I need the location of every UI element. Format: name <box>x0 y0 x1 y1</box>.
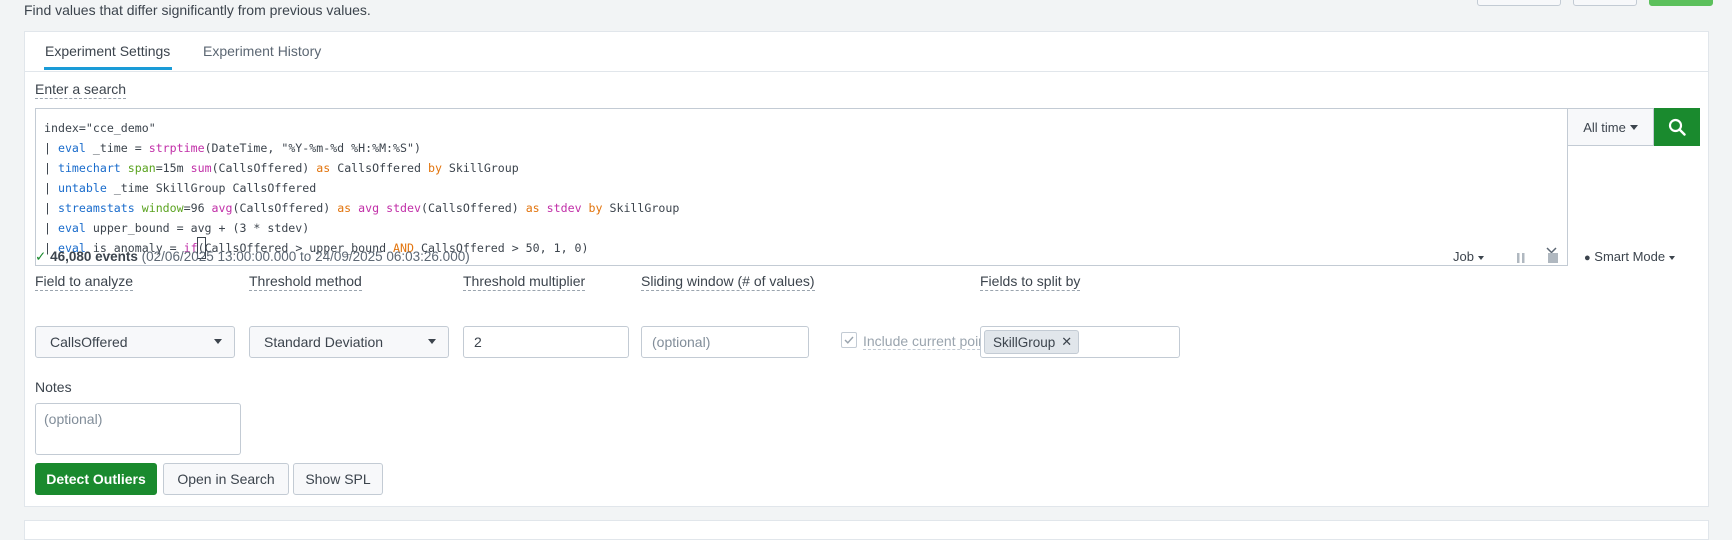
tab-experiment-settings[interactable]: Experiment Settings <box>45 43 170 59</box>
time-range-picker[interactable]: All time <box>1568 108 1654 146</box>
check-icon: ✓ <box>35 249 47 264</box>
include-current-point-label[interactable]: Include current point <box>863 333 990 350</box>
search-editor[interactable]: index="cce_demo" | eval _time = strptime… <box>35 108 1568 266</box>
active-tab-indicator <box>44 67 172 70</box>
mode-label: Smart Mode <box>1594 249 1666 264</box>
tab-bar: Experiment Settings Experiment History <box>25 32 1708 72</box>
caret-down-icon <box>1668 255 1675 260</box>
split-field-tag: SkillGroup ✕ <box>984 330 1080 354</box>
threshold-multiplier-input[interactable]: 2 <box>463 326 629 358</box>
stop-button[interactable] <box>1548 251 1558 266</box>
time-range-label: All time <box>1583 119 1626 135</box>
detect-outliers-button[interactable]: Detect Outliers <box>35 463 157 495</box>
fields-to-split-label: Fields to split by <box>980 273 1081 291</box>
field-to-analyze-value: CallsOffered <box>50 334 128 350</box>
spl-code[interactable]: index="cce_demo" | eval _time = strptime… <box>44 118 680 259</box>
notes-textarea[interactable]: (optional) <box>35 403 241 455</box>
notes-label: Notes <box>35 379 72 395</box>
caret-down-icon <box>1629 124 1638 130</box>
search-button[interactable] <box>1654 108 1700 146</box>
top-primary-button[interactable] <box>1649 0 1713 6</box>
spl-line: | untable _time SkillGroup CallsOffered <box>44 181 317 195</box>
sliding-window-label: Sliding window (# of values) <box>641 273 815 291</box>
results-panel <box>24 520 1709 540</box>
page-subtitle: Find values that differ significantly fr… <box>24 2 371 18</box>
remove-tag-icon[interactable]: ✕ <box>1061 334 1072 350</box>
events-range: (02/06/2025 13:00:00.000 to 24/09/2025 0… <box>141 249 470 264</box>
job-label: Job <box>1453 249 1474 264</box>
spl-line: | eval _time = strptime(DateTime, "%Y-%m… <box>44 141 421 155</box>
include-current-point-checkbox[interactable] <box>841 332 857 348</box>
job-menu[interactable]: Job <box>1453 249 1484 264</box>
caret-down-icon <box>1477 255 1484 260</box>
pause-icon <box>1517 253 1525 263</box>
spl-line: index="cce_demo" <box>44 121 156 135</box>
spl-line: | streamstats window=96 avg(CallsOffered… <box>44 201 680 215</box>
threshold-method-value: Standard Deviation <box>264 334 384 350</box>
caret-down-icon <box>428 339 436 344</box>
open-in-search-button[interactable]: Open in Search <box>163 463 289 495</box>
threshold-method-dropdown[interactable]: Standard Deviation <box>249 326 449 358</box>
caret-down-icon <box>214 339 222 344</box>
event-summary: ✓ 46,080 events (02/06/2025 13:00:00.000… <box>35 249 470 265</box>
spl-line: | timechart span=15m sum(CallsOffered) a… <box>44 161 519 175</box>
top-action-button[interactable] <box>1477 0 1561 6</box>
field-to-analyze-dropdown[interactable]: CallsOffered <box>35 326 235 358</box>
pause-button[interactable] <box>1517 251 1525 266</box>
show-spl-button[interactable]: Show SPL <box>293 463 383 495</box>
top-action-button[interactable] <box>1573 0 1637 6</box>
lightbulb-icon: ● <box>1584 252 1591 264</box>
spl-line: | eval upper_bound = avg + (3 * stdev) <box>44 221 310 235</box>
search-icon <box>1668 118 1686 136</box>
search-mode-menu[interactable]: ● Smart Mode <box>1584 249 1675 264</box>
field-to-analyze-label: Field to analyze <box>35 273 134 291</box>
split-field-tag-label: SkillGroup <box>993 334 1056 350</box>
sliding-window-input[interactable]: (optional) <box>641 326 809 358</box>
stop-icon <box>1548 253 1558 263</box>
threshold-multiplier-label: Threshold multiplier <box>463 273 586 291</box>
checkmark-icon <box>844 336 854 344</box>
tab-experiment-history[interactable]: Experiment History <box>203 43 321 59</box>
events-count[interactable]: 46,080 events <box>50 249 138 264</box>
search-label: Enter a search <box>35 81 127 99</box>
experiment-panel: Experiment Settings Experiment History E… <box>24 31 1709 507</box>
threshold-method-label: Threshold method <box>249 273 362 291</box>
